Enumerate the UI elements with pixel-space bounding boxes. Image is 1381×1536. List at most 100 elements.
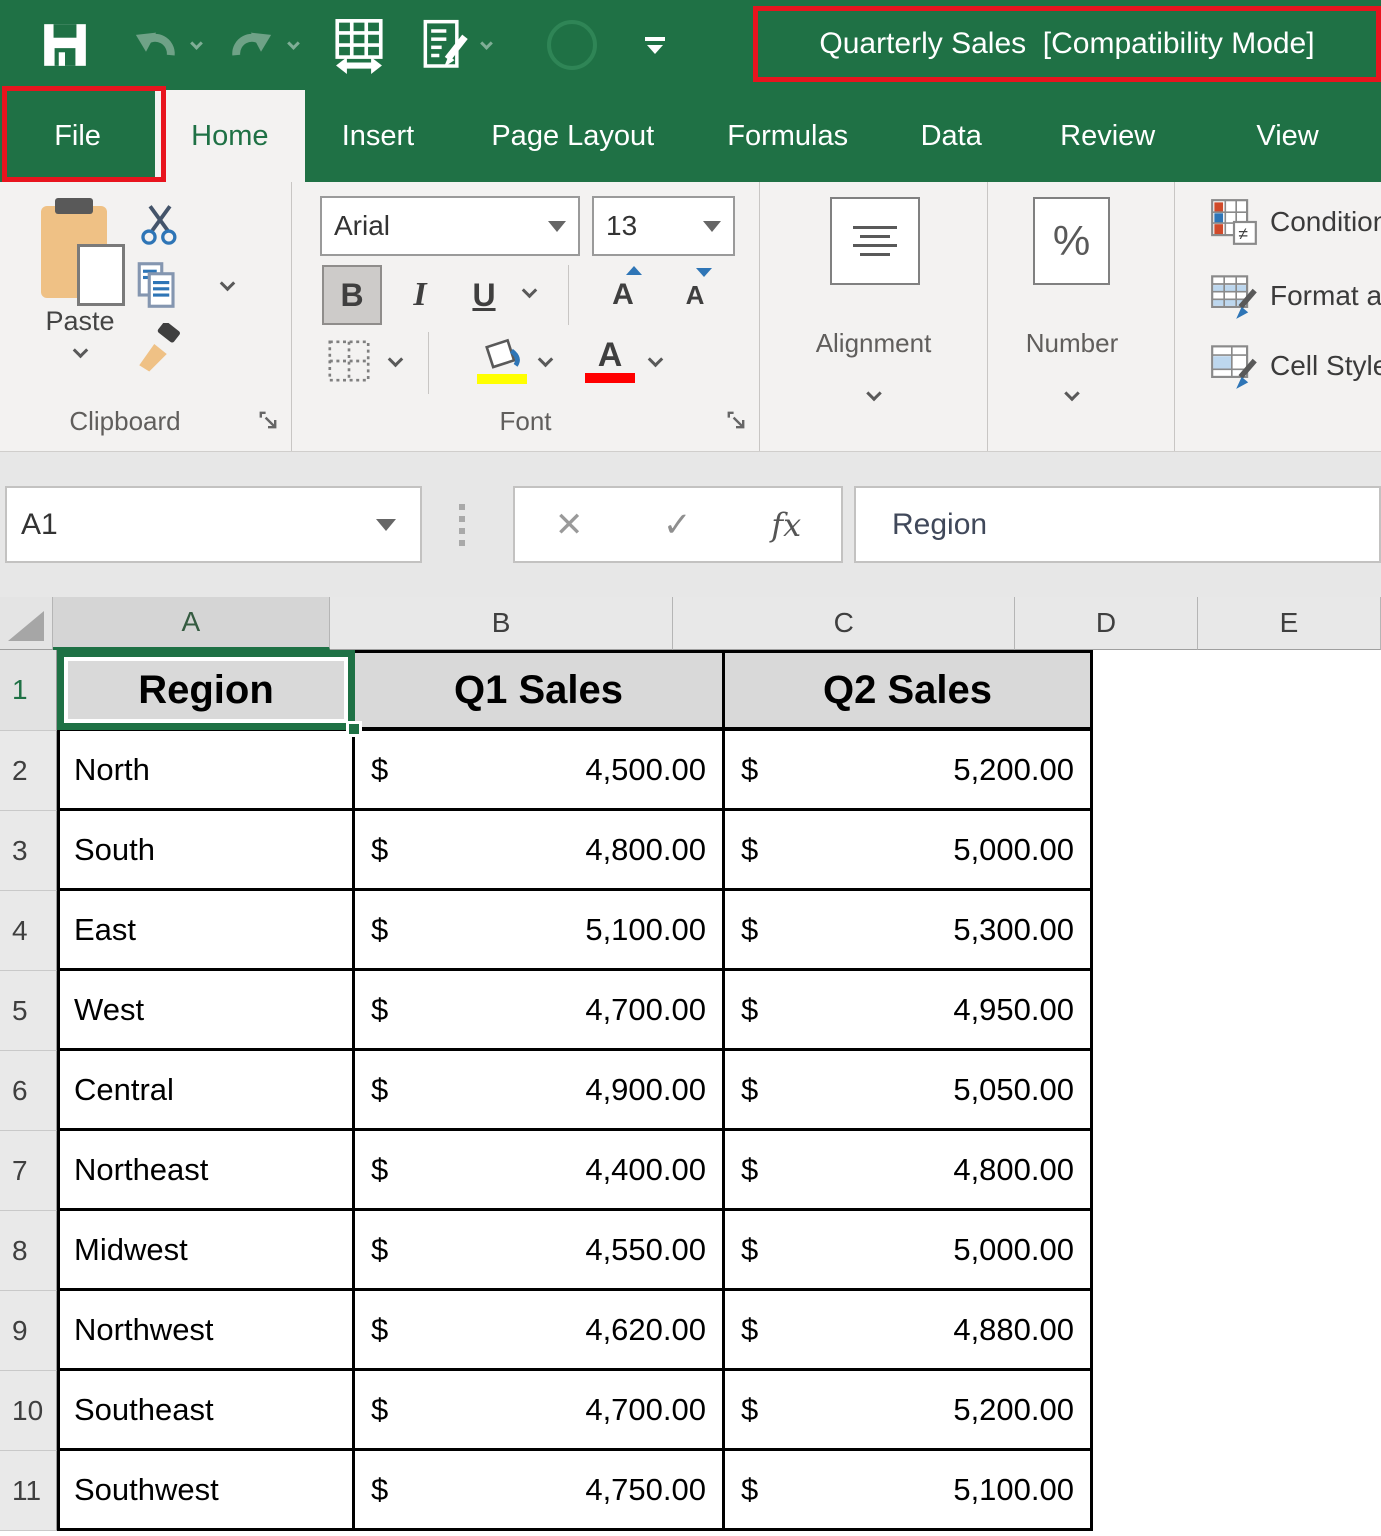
- q1-cell[interactable]: $5,100.00: [355, 891, 725, 971]
- undo-dropdown-icon[interactable]: [190, 37, 203, 50]
- cancel-icon[interactable]: ✕: [555, 505, 584, 545]
- row-header[interactable]: 9: [0, 1291, 57, 1371]
- redo-icon[interactable]: [225, 18, 279, 72]
- insert-function-icon[interactable]: fx: [771, 506, 801, 544]
- shrink-font-button[interactable]: A: [664, 265, 726, 325]
- region-cell[interactable]: Southwest: [57, 1451, 355, 1531]
- select-all-corner[interactable]: [0, 597, 53, 650]
- row-header[interactable]: 7: [0, 1131, 57, 1211]
- enter-icon[interactable]: ✓: [663, 505, 692, 545]
- region-cell[interactable]: South: [57, 811, 355, 891]
- undo-icon[interactable]: [128, 18, 182, 72]
- circle-icon[interactable]: [547, 20, 597, 70]
- column-header-d[interactable]: D: [1015, 597, 1198, 650]
- empty-cell[interactable]: [1093, 1211, 1381, 1291]
- bold-button[interactable]: B: [322, 265, 382, 325]
- copy-dropdown-icon[interactable]: [220, 276, 236, 292]
- empty-cell[interactable]: [1093, 811, 1381, 891]
- borders-dropdown-icon[interactable]: [388, 352, 404, 368]
- number-format-icon[interactable]: %: [1033, 197, 1110, 285]
- q1-cell[interactable]: $4,400.00: [355, 1131, 725, 1211]
- q2-cell[interactable]: $4,950.00: [725, 971, 1093, 1051]
- q2-cell[interactable]: $5,000.00: [725, 1211, 1093, 1291]
- name-box-dropdown-icon[interactable]: [376, 519, 396, 531]
- q2-cell[interactable]: $5,050.00: [725, 1051, 1093, 1131]
- column-header-a[interactable]: A: [53, 597, 330, 650]
- q1-cell[interactable]: $4,500.00: [355, 731, 725, 811]
- column-header-b[interactable]: B: [330, 597, 674, 650]
- q2-cell[interactable]: $5,100.00: [725, 1451, 1093, 1531]
- formula-bar-input[interactable]: Region: [854, 486, 1381, 563]
- region-cell[interactable]: Central: [57, 1051, 355, 1131]
- underline-button[interactable]: U: [458, 265, 510, 325]
- conditional-formatting-button[interactable]: ≠ Conditional Formatting: [1210, 198, 1381, 246]
- row-header[interactable]: 3: [0, 811, 57, 891]
- region-cell[interactable]: Northeast: [57, 1131, 355, 1211]
- q1-cell[interactable]: $4,700.00: [355, 971, 725, 1051]
- empty-cell[interactable]: [1093, 1371, 1381, 1451]
- q1-cell[interactable]: $4,700.00: [355, 1371, 725, 1451]
- tab-review[interactable]: Review: [1021, 90, 1194, 182]
- region-cell[interactable]: North: [57, 731, 355, 811]
- row-header-1[interactable]: 1: [0, 650, 57, 731]
- alignment-dropdown-icon[interactable]: [866, 386, 882, 402]
- q2-cell[interactable]: $5,300.00: [725, 891, 1093, 971]
- grow-font-button[interactable]: A: [592, 265, 654, 325]
- number-dropdown-icon[interactable]: [1064, 386, 1080, 402]
- row-header[interactable]: 8: [0, 1211, 57, 1291]
- region-cell[interactable]: East: [57, 891, 355, 971]
- font-name-select[interactable]: Arial: [320, 196, 580, 256]
- row-header[interactable]: 5: [0, 971, 57, 1051]
- q1-cell[interactable]: $4,800.00: [355, 811, 725, 891]
- customize-qat-icon[interactable]: [645, 37, 665, 54]
- empty-cell[interactable]: [1093, 731, 1381, 811]
- q2-cell[interactable]: $4,800.00: [725, 1131, 1093, 1211]
- tab-formulas[interactable]: Formulas: [694, 90, 881, 182]
- q2-cell[interactable]: $4,880.00: [725, 1291, 1093, 1371]
- cell-c1-q2-sales[interactable]: Q2 Sales: [725, 650, 1093, 731]
- q1-cell[interactable]: $4,620.00: [355, 1291, 725, 1371]
- name-box[interactable]: A1: [5, 486, 422, 563]
- table-adjust-icon[interactable]: [330, 16, 388, 74]
- redo-dropdown-icon[interactable]: [287, 37, 300, 50]
- region-cell[interactable]: West: [57, 971, 355, 1051]
- font-size-select[interactable]: 13: [592, 196, 735, 256]
- region-cell[interactable]: Southeast: [57, 1371, 355, 1451]
- fill-color-icon[interactable]: [474, 328, 530, 394]
- fill-color-dropdown-icon[interactable]: [538, 352, 554, 368]
- font-color-icon[interactable]: A: [582, 326, 638, 394]
- format-painter-icon[interactable]: [133, 324, 183, 374]
- font-dialog-launcher-icon[interactable]: [724, 408, 748, 437]
- paste-dropdown-icon[interactable]: [72, 343, 88, 359]
- empty-cell[interactable]: [1093, 971, 1381, 1051]
- empty-cell[interactable]: [1093, 1051, 1381, 1131]
- cell-a1-region[interactable]: Region: [57, 650, 355, 731]
- empty-cell[interactable]: [1093, 1131, 1381, 1211]
- italic-button[interactable]: I: [395, 265, 445, 325]
- column-header-c[interactable]: C: [673, 597, 1015, 650]
- empty-cell[interactable]: [1093, 891, 1381, 971]
- tab-home[interactable]: Home: [155, 90, 305, 182]
- edit-document-icon[interactable]: [416, 17, 472, 73]
- paste-button[interactable]: Paste: [30, 198, 130, 361]
- alignment-icon[interactable]: [830, 197, 920, 285]
- cut-icon[interactable]: [135, 200, 185, 250]
- tab-view[interactable]: View: [1194, 90, 1381, 182]
- q1-cell[interactable]: $4,900.00: [355, 1051, 725, 1131]
- borders-icon[interactable]: [320, 332, 378, 390]
- tab-page-layout[interactable]: Page Layout: [451, 90, 694, 182]
- row-header[interactable]: 11: [0, 1451, 57, 1531]
- tab-data[interactable]: Data: [881, 90, 1021, 182]
- q2-cell[interactable]: $5,200.00: [725, 731, 1093, 811]
- row-header[interactable]: 10: [0, 1371, 57, 1451]
- format-as-table-button[interactable]: Format as Table: [1210, 272, 1381, 320]
- edit-dropdown-icon[interactable]: [480, 37, 493, 50]
- region-cell[interactable]: Northwest: [57, 1291, 355, 1371]
- empty-cell[interactable]: [1093, 1451, 1381, 1531]
- tab-insert[interactable]: Insert: [305, 90, 452, 182]
- empty-cell[interactable]: [1093, 1291, 1381, 1371]
- row-header[interactable]: 4: [0, 891, 57, 971]
- font-color-dropdown-icon[interactable]: [648, 352, 664, 368]
- formula-bar-grip[interactable]: [459, 504, 465, 546]
- row-header[interactable]: 2: [0, 731, 57, 811]
